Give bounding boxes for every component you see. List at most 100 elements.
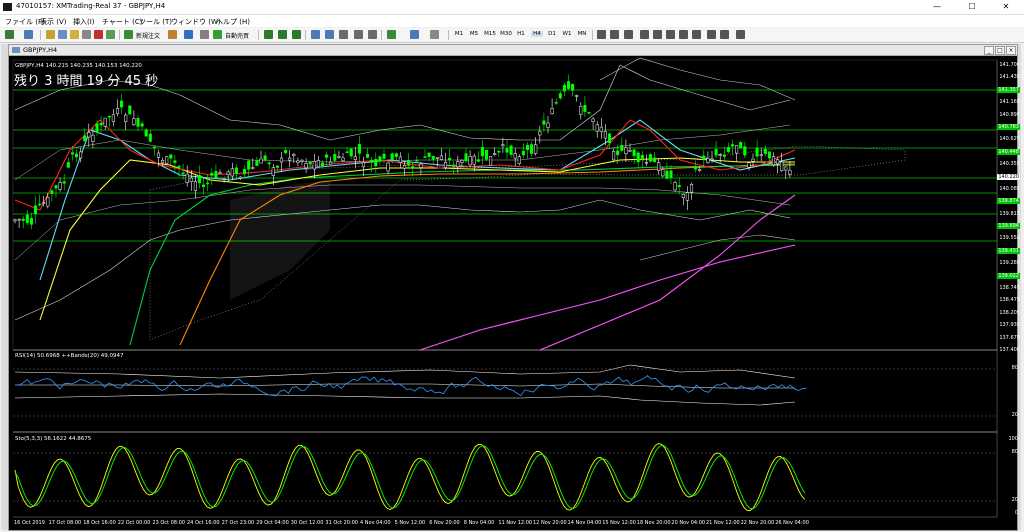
candle-body	[58, 182, 62, 190]
candle-body	[132, 118, 136, 125]
stoch-level-80: 80	[1011, 449, 1018, 455]
candle-body	[771, 156, 776, 166]
date-label: 21 Nov 12:00	[706, 520, 740, 526]
price-label: 139.874	[997, 198, 1020, 205]
candlestick-series	[13, 74, 792, 230]
candle-body	[780, 161, 784, 171]
candle-body	[374, 159, 378, 166]
candle-body	[202, 184, 206, 188]
candle-body	[644, 161, 648, 164]
candle-body	[222, 178, 226, 180]
date-label: 27 Oct 23:00	[221, 520, 255, 526]
date-label: 18 Nov 20:00	[636, 520, 671, 526]
candle-body	[542, 120, 546, 125]
candle-body	[193, 181, 197, 191]
candle-body	[70, 152, 74, 155]
candle-body	[530, 144, 534, 154]
candle-body	[493, 153, 497, 155]
price-label: 139.694	[997, 223, 1020, 230]
candle-body	[480, 146, 484, 157]
candle-body	[583, 104, 587, 112]
candle-body	[111, 114, 115, 122]
date-label: 30 Oct 12:00	[290, 520, 324, 526]
candle-body	[267, 162, 271, 165]
candle-body	[152, 146, 156, 149]
candle-body	[107, 115, 111, 118]
candle-body	[550, 108, 554, 114]
candle-body	[784, 166, 788, 171]
candle-body	[628, 150, 632, 152]
date-label: 20 Nov 04:00	[671, 520, 706, 526]
candle-body	[571, 84, 575, 91]
candle-body	[620, 145, 624, 151]
date-label: 31 Oct 20:00	[325, 520, 358, 526]
candle-body	[484, 150, 489, 160]
date-label: 26 Nov 04:00	[775, 520, 809, 526]
price-label: 139.431	[997, 247, 1020, 254]
candle-body	[177, 165, 181, 168]
candle-body	[288, 157, 292, 161]
candle-body	[698, 169, 702, 171]
candle-body	[316, 160, 320, 168]
candle-body	[349, 148, 353, 157]
candle-body	[591, 118, 595, 122]
candle-body	[566, 81, 571, 89]
candle-body	[181, 172, 185, 175]
candle-body	[747, 162, 751, 168]
candle-body	[452, 164, 456, 167]
date-label: 22 Nov 20:00	[740, 520, 775, 526]
candle-body	[624, 147, 628, 155]
candle-body	[66, 162, 70, 168]
candle-body	[95, 123, 99, 133]
candle-body	[448, 157, 452, 161]
candle-body	[776, 159, 780, 164]
candle-body	[325, 154, 329, 158]
price-label: 140.783	[997, 123, 1020, 130]
candle-body	[648, 154, 653, 162]
candle-body	[366, 153, 370, 158]
candle-body	[640, 154, 644, 159]
candle-body	[689, 184, 694, 193]
candle-body	[743, 146, 747, 156]
candle-body	[103, 117, 107, 127]
candle-body	[62, 181, 66, 184]
candle-body	[345, 151, 349, 153]
candle-body	[148, 133, 152, 142]
price-label: 138.205	[999, 309, 1020, 316]
candle-body	[694, 166, 698, 170]
candle-body	[726, 146, 730, 152]
candle-body	[214, 171, 218, 178]
candle-body	[357, 144, 361, 154]
candle-body	[197, 175, 202, 184]
candle-body	[439, 155, 443, 160]
price-label: 137.400	[999, 347, 1020, 353]
candle-body	[144, 129, 148, 137]
candle-body	[534, 144, 538, 154]
date-label: 15 Nov 12:00	[602, 520, 636, 526]
candle-body	[681, 194, 685, 199]
price-label: 140.085	[999, 185, 1020, 192]
candle-body	[341, 157, 345, 162]
candle-body	[378, 156, 382, 162]
price-label: 139.022	[997, 272, 1020, 279]
date-label: 24 Oct 16:00	[187, 520, 220, 526]
rsi-level-80: 80	[1011, 365, 1018, 371]
price-label: 137.670	[999, 334, 1020, 341]
date-label: 12 Nov 20:00	[533, 520, 567, 526]
date-label: 11 Nov 12:00	[498, 520, 533, 526]
candle-body	[546, 122, 550, 128]
stoch-level-0: 0	[1014, 510, 1018, 516]
candle-body	[99, 122, 103, 126]
candle-body	[505, 148, 509, 153]
price-label: 140.220	[997, 173, 1020, 180]
date-label: 17 Oct 08:00	[48, 520, 82, 526]
candle-body	[435, 157, 439, 159]
price-label: 138.475	[999, 297, 1020, 304]
date-label: 4 Nov 04:00	[360, 520, 391, 526]
candle-body	[575, 95, 579, 97]
date-label: 29 Oct 04:00	[256, 520, 289, 526]
candle-body	[665, 170, 669, 179]
candle-body	[263, 155, 267, 160]
date-label: 14 Nov 04:00	[567, 520, 602, 526]
candle-body	[128, 105, 132, 115]
